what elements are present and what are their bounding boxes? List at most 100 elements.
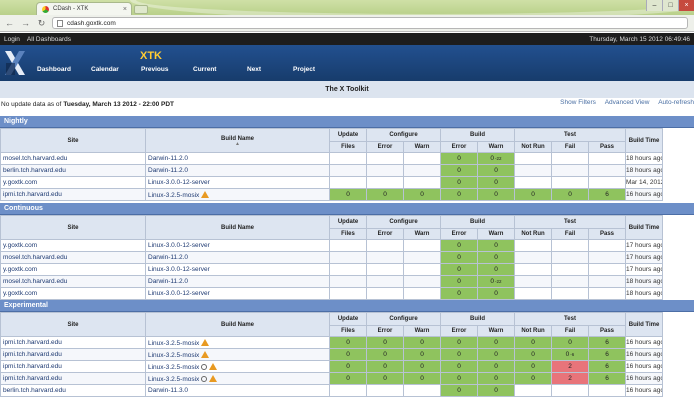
bwarn-cell[interactable]: 0	[477, 188, 515, 201]
build-name-link[interactable]: Linux-3.2.5-mosix	[148, 376, 199, 383]
files-cell[interactable]	[329, 164, 367, 177]
files-header[interactable]: Files	[329, 227, 367, 241]
cerr-cell[interactable]: 0	[366, 372, 404, 385]
back-icon[interactable]: ←	[4, 18, 15, 28]
cwarn-cell[interactable]	[403, 384, 441, 397]
site-link[interactable]: y.goxtk.com	[0, 287, 146, 300]
build-name-link[interactable]: Linux-3.2.5-mosix	[148, 364, 199, 371]
build-name-cell[interactable]: Darwin-11.2.0	[145, 275, 330, 288]
build-name-cell[interactable]: Darwin-11.2.0	[145, 251, 330, 264]
advanced-view-link[interactable]: Advanced View	[605, 99, 650, 106]
fail-cell[interactable]: 2	[551, 360, 589, 373]
build-name-link[interactable]: Darwin-11.2.0	[148, 254, 188, 261]
pass-cell[interactable]	[587, 263, 627, 276]
files-header[interactable]: Files	[329, 324, 367, 338]
configure-warn-header[interactable]: Warn	[403, 227, 441, 241]
files-cell[interactable]	[329, 251, 367, 264]
cwarn-cell[interactable]	[403, 263, 441, 276]
build-name-cell[interactable]: Linux-3.2.5-mosix	[145, 336, 330, 349]
new-tab-button[interactable]	[134, 5, 148, 14]
warning-icon[interactable]	[201, 190, 210, 198]
berr-cell[interactable]: 0	[440, 152, 478, 165]
cwarn-cell[interactable]	[403, 275, 441, 288]
reload-icon[interactable]: ↻	[36, 18, 47, 29]
cerr-cell[interactable]	[366, 152, 404, 165]
build-error-header[interactable]: Error	[440, 324, 478, 338]
fail-cell[interactable]	[551, 251, 589, 264]
fail-cell[interactable]	[551, 152, 589, 165]
pass-cell[interactable]	[587, 239, 627, 252]
bwarn-cell[interactable]: 0	[477, 239, 515, 252]
bwarn-cell[interactable]: 0	[477, 287, 515, 300]
bwarn-cell[interactable]: 0	[477, 251, 515, 264]
configure-error-header[interactable]: Error	[366, 227, 404, 241]
bwarn-cell[interactable]: 0	[477, 176, 515, 189]
address-bar[interactable]: cdash.goxtk.com	[52, 17, 688, 29]
build-name-cell[interactable]: Linux-3.0.0-12-server	[145, 287, 330, 300]
build-name-cell[interactable]: Linux-3.2.5-mosix	[145, 348, 330, 361]
all-dashboards-link[interactable]: All Dashboards	[27, 36, 71, 43]
nrun-cell[interactable]	[514, 263, 552, 276]
nrun-cell[interactable]	[514, 384, 552, 397]
site-header[interactable]: Site	[0, 215, 146, 240]
cerr-cell[interactable]	[366, 275, 404, 288]
cerr-cell[interactable]	[366, 384, 404, 397]
site-link[interactable]: mosel.tch.harvard.edu	[0, 275, 146, 288]
not-run-header[interactable]: Not Run	[514, 324, 552, 338]
site-link[interactable]: ipmi.tch.harvard.edu	[0, 372, 146, 385]
berr-cell[interactable]: 0	[440, 188, 478, 201]
section-title[interactable]: Continuous	[0, 203, 694, 215]
files-cell[interactable]: 0	[329, 372, 367, 385]
fail-cell[interactable]: 0	[551, 188, 589, 201]
nrun-cell[interactable]	[514, 287, 552, 300]
files-header[interactable]: Files	[329, 140, 367, 154]
bwarn-cell[interactable]: 0	[477, 384, 515, 397]
files-cell[interactable]	[329, 239, 367, 252]
bwarn-cell[interactable]: 0-22	[477, 275, 515, 288]
pass-cell[interactable]	[587, 251, 627, 264]
cerr-cell[interactable]	[366, 263, 404, 276]
pass-cell[interactable]: 6	[587, 348, 627, 361]
nrun-cell[interactable]	[514, 164, 552, 177]
fail-header[interactable]: Fail	[551, 227, 589, 241]
auto-refresh-link[interactable]: Auto-refresh	[658, 99, 694, 106]
menu-current[interactable]: Current	[193, 66, 216, 73]
build-name-cell[interactable]: Linux-3.2.5-mosix	[145, 188, 330, 201]
build-warn-header[interactable]: Warn	[477, 227, 515, 241]
nrun-cell[interactable]: 0	[514, 372, 552, 385]
bwarn-cell[interactable]: 0	[477, 372, 515, 385]
sort-ascending-icon[interactable]: ▲	[147, 141, 329, 146]
pass-cell[interactable]	[587, 287, 627, 300]
cwarn-cell[interactable]	[403, 239, 441, 252]
menu-calendar[interactable]: Calendar	[91, 66, 119, 73]
cwarn-cell[interactable]: 0	[403, 360, 441, 373]
site-link[interactable]: mosel.tch.harvard.edu	[0, 152, 146, 165]
warning-icon[interactable]	[201, 350, 210, 358]
site-link[interactable]: berlin.tch.harvard.edu	[0, 384, 146, 397]
close-window-button[interactable]: ×	[678, 0, 694, 11]
site-link[interactable]: y.goxtk.com	[0, 263, 146, 276]
tab-close-icon[interactable]: ×	[123, 6, 127, 13]
build-name-header[interactable]: Build Name ▲	[145, 128, 330, 153]
fail-cell[interactable]	[551, 384, 589, 397]
pass-cell[interactable]: 6	[587, 372, 627, 385]
fail-cell[interactable]: 2	[551, 372, 589, 385]
fail-cell[interactable]	[551, 287, 589, 300]
build-name-link[interactable]: Linux-3.2.5-mosix	[148, 352, 199, 359]
build-name-link[interactable]: Linux-3.0.0-12-server	[148, 179, 210, 186]
note-icon[interactable]	[201, 375, 208, 382]
menu-next[interactable]: Next	[247, 66, 261, 73]
berr-cell[interactable]: 0	[440, 348, 478, 361]
cerr-cell[interactable]	[366, 287, 404, 300]
files-cell[interactable]: 0	[329, 188, 367, 201]
cerr-cell[interactable]	[366, 176, 404, 189]
cerr-cell[interactable]: 0	[366, 188, 404, 201]
pass-cell[interactable]: 6	[587, 360, 627, 373]
fail-cell[interactable]	[551, 263, 589, 276]
site-link[interactable]: ipmi.tch.harvard.edu	[0, 336, 146, 349]
configure-warn-header[interactable]: Warn	[403, 324, 441, 338]
berr-cell[interactable]: 0	[440, 176, 478, 189]
site-link[interactable]: y.goxtk.com	[0, 176, 146, 189]
cwarn-cell[interactable]	[403, 287, 441, 300]
build-name-cell[interactable]: Linux-3.0.0-12-server	[145, 176, 330, 189]
